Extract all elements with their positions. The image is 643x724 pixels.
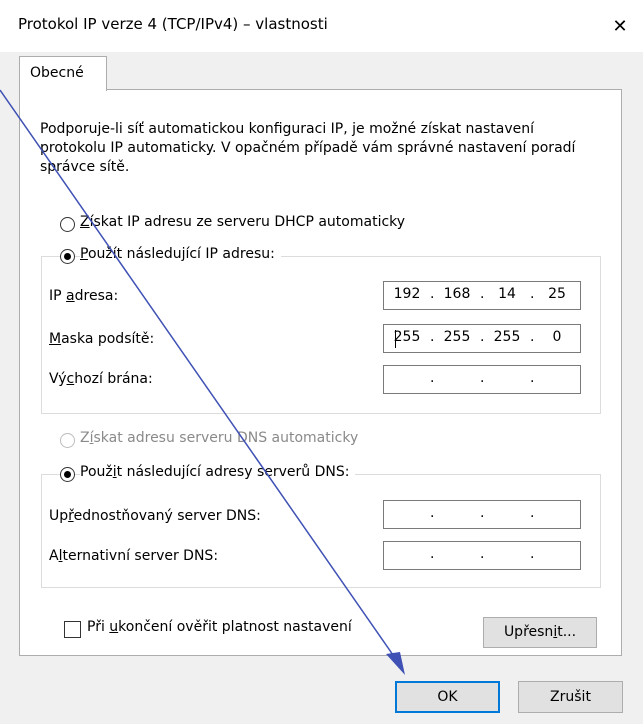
alternate-dns-label: Alternativní server DNS: (49, 548, 219, 564)
gateway-label: Výchozí brána: (49, 371, 153, 387)
gateway-octet-2 (434, 370, 480, 386)
ip-address-label: IP adresa: (49, 288, 119, 304)
mask-octet-4: 0 (552, 329, 562, 345)
close-icon: ✕ (612, 15, 628, 37)
gateway-octet-1 (384, 370, 430, 386)
ip-address-field[interactable]: 192. 168. 14. 25 (383, 281, 581, 310)
tab-general[interactable]: Obecné (19, 56, 107, 91)
mask-octet-3: 255 (493, 329, 521, 345)
advanced-button[interactable]: Upřesnit... (483, 617, 597, 648)
ok-button-label: OK (437, 689, 458, 705)
ip-octet-3: 14 (498, 286, 516, 302)
adns-octet-2 (434, 546, 480, 562)
gateway-field[interactable]: . . . (383, 365, 581, 394)
close-button[interactable]: ✕ (597, 0, 643, 52)
ip-octet-4: 25 (548, 286, 566, 302)
ip-auto-label[interactable]: Získat IP adresu ze serveru DHCP automat… (80, 214, 405, 230)
advanced-button-label: Upřesnit... (503, 624, 577, 640)
ip-octet-2: 168 (443, 286, 471, 302)
mask-octet-1: 255 (393, 329, 421, 345)
validate-label[interactable]: Při ukončení ověřit platnost nastavení (87, 619, 352, 635)
subnet-mask-label: Maska podsítě: (49, 331, 155, 347)
ip-auto-radio[interactable] (60, 217, 75, 232)
preferred-dns-label: Upřednostňovaný server DNS: (49, 508, 261, 524)
ok-button[interactable]: OK (395, 681, 500, 713)
validate-checkbox[interactable] (64, 621, 81, 638)
pdns-octet-3 (484, 505, 530, 521)
dns-group (41, 474, 601, 588)
dns-auto-label[interactable]: Získat adresu serveru DNS automaticky (80, 430, 358, 446)
ip-manual-label[interactable]: Použít následující IP adresu: (80, 246, 281, 262)
cancel-button[interactable]: Zrušit (518, 681, 623, 713)
ip-manual-radio[interactable] (60, 249, 75, 264)
gateway-octet-4 (534, 370, 580, 386)
window-title: Protokol IP verze 4 (TCP/IPv4) – vlastno… (18, 15, 328, 33)
intro-text: Podporuje-li síť automatickou konfigurac… (40, 121, 576, 175)
tab-general-label: Obecné (30, 65, 84, 81)
dns-manual-radio[interactable] (60, 467, 75, 482)
dns-manual-label[interactable]: Použit následující adresy serverů DNS: (80, 464, 356, 480)
pdns-octet-1 (384, 505, 430, 521)
dns-auto-radio[interactable] (60, 433, 75, 448)
alternate-dns-field[interactable]: . . . (383, 541, 581, 570)
pdns-octet-2 (434, 505, 480, 521)
ip-octet-1: 192 (393, 286, 421, 302)
mask-octet-2: 255 (443, 329, 471, 345)
cancel-button-label: Zrušit (550, 689, 591, 705)
adns-octet-4 (534, 546, 580, 562)
preferred-dns-field[interactable]: . . . (383, 500, 581, 529)
gateway-octet-3 (484, 370, 530, 386)
title-bar: Protokol IP verze 4 (TCP/IPv4) – vlastno… (0, 0, 643, 52)
adns-octet-1 (384, 546, 430, 562)
subnet-mask-field[interactable]: 255. 255. 255. 0 (383, 324, 581, 353)
pdns-octet-4 (534, 505, 580, 521)
general-panel: Podporuje-li síť automatickou konfigurac… (19, 89, 622, 656)
adns-octet-3 (484, 546, 530, 562)
